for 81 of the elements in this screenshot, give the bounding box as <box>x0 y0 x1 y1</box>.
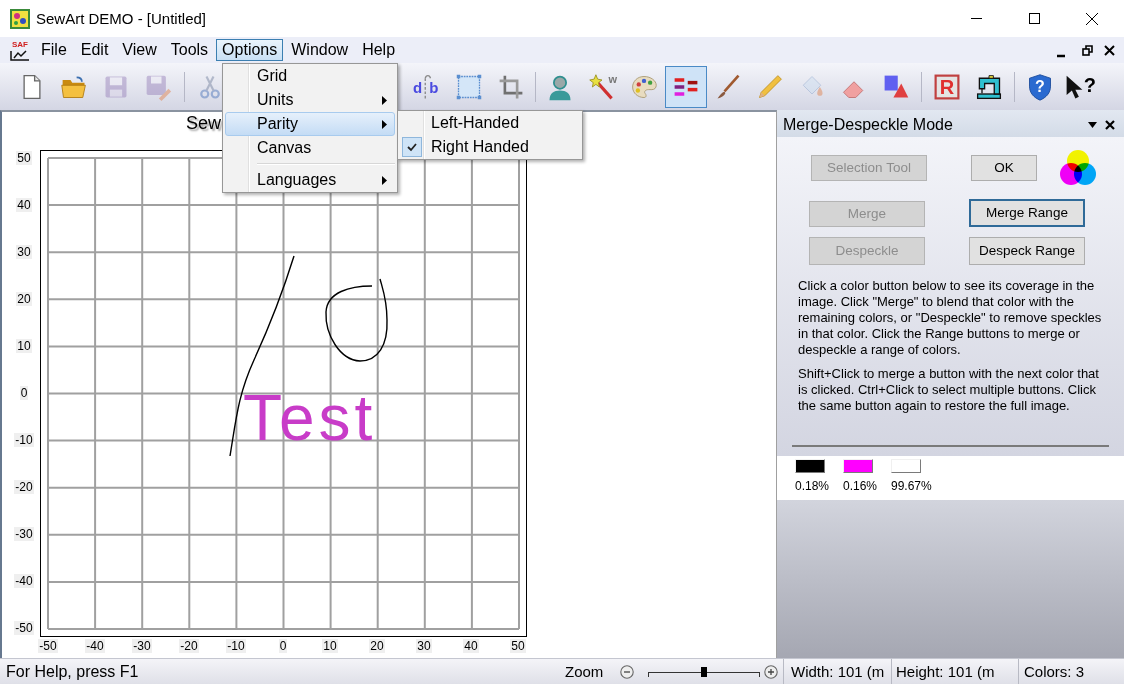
menu-option[interactable]: Canvas <box>225 136 395 160</box>
toolbar-button[interactable]: db <box>406 65 448 108</box>
axis-label: 40 <box>463 639 479 653</box>
logo-text: SAF <box>12 39 28 49</box>
slider-thumb[interactable] <box>701 666 707 677</box>
coverage-label: 0.18% <box>795 479 830 493</box>
axis-label: -30 <box>14 526 34 541</box>
axis-label: -30 <box>132 639 152 653</box>
app-icon <box>10 8 30 29</box>
axis-label: -10 <box>14 432 34 447</box>
submenu-option[interactable]: Right Handed <box>400 135 580 159</box>
maximize-icon[interactable] <box>1028 13 1040 24</box>
sewing-machine-icon <box>975 72 1003 101</box>
panel-button[interactable]: Merge Range <box>969 199 1085 227</box>
coverage-label: 0.16% <box>843 479 878 493</box>
restore-icon[interactable] <box>1082 44 1093 56</box>
coverage-label: 99.67% <box>891 479 932 493</box>
magic-wand-icon <box>588 72 616 101</box>
width-readout: Width: 101 (m <box>791 661 885 682</box>
panel-button[interactable]: OK <box>971 155 1037 181</box>
status-text: For Help, press F1 <box>6 662 139 680</box>
menu-item[interactable]: Edit <box>74 39 115 61</box>
close-icon[interactable] <box>1105 119 1115 130</box>
color-swatch[interactable] <box>891 459 921 473</box>
axis-label: 30 <box>16 244 32 259</box>
axis-label: 30 <box>416 639 432 653</box>
axis-label: -50 <box>14 620 34 635</box>
axis-label: 50 <box>510 639 526 653</box>
panel-title: Merge-Despeckle Mode <box>783 114 953 135</box>
handwritten-text: Test <box>243 382 377 454</box>
menu-item[interactable]: Options <box>216 39 284 61</box>
toolbar-button[interactable] <box>665 65 707 108</box>
menu-option[interactable]: Parity <box>225 112 395 136</box>
colors-readout: Colors: 3 <box>1024 661 1085 682</box>
zigzag-line-icon <box>10 48 30 61</box>
menu-option[interactable]: Grid <box>225 64 395 88</box>
menu-option[interactable]: Languages <box>225 168 395 192</box>
document-title: Sew <box>186 112 221 134</box>
axis-label: -40 <box>14 573 34 588</box>
zoom-out-icon[interactable] <box>620 664 634 679</box>
shield-icon <box>1026 72 1054 101</box>
axis-label: 10 <box>16 338 32 353</box>
help-paragraph: Click a color button below to see its coverage in the image. Click "Merge" to blend that color with the remaining colors, or "Despeckle" to remove speckles in that color. Click the Range buttons to merge or despeckle a range of colors. <box>798 278 1102 358</box>
axis-label: 20 <box>369 639 385 653</box>
toolbar-button[interactable]: ? <box>1061 65 1103 108</box>
axis-label: -20 <box>179 639 199 653</box>
menu-item[interactable]: View <box>116 39 163 61</box>
axis-label: 0 <box>278 639 288 653</box>
window-title: SewArt DEMO - [Untitled] <box>36 9 207 28</box>
close-icon[interactable] <box>1086 12 1098 25</box>
menu-item[interactable]: Window <box>285 39 355 61</box>
help-paragraph: Shift+Click to merge a button with the next color that is clicked. Ctrl+Click to select multiple buttons. Click the same button again to restore the full image. <box>798 366 1100 414</box>
zoom-in-icon[interactable] <box>764 664 778 679</box>
toolbar-button[interactable]: R <box>926 65 968 108</box>
panel-button[interactable]: Despeck Range <box>969 237 1085 265</box>
menu-item[interactable]: Tools <box>164 39 215 61</box>
axis-label: -50 <box>38 639 58 653</box>
axis-label: 20 <box>16 291 32 306</box>
color-swatch[interactable] <box>795 459 825 473</box>
menu-item[interactable]: File <box>35 39 73 61</box>
axis-label: 0 <box>19 385 29 400</box>
menu-option[interactable]: Units <box>225 88 395 112</box>
pencil-icon <box>756 72 784 101</box>
axis-label: 40 <box>16 197 32 212</box>
color-circles-icon <box>1058 148 1098 188</box>
submenu-option[interactable]: Left-Handed <box>400 111 580 135</box>
height-readout: Height: 101 (m <box>896 661 995 682</box>
zoom-label: Zoom <box>565 662 604 680</box>
toolbar-button[interactable]: ? <box>1019 65 1061 108</box>
axis-label: 10 <box>322 639 338 653</box>
menu-item[interactable]: Help <box>356 39 402 61</box>
axis-label: -20 <box>14 479 34 494</box>
axis-label: -40 <box>85 639 105 653</box>
close-icon[interactable] <box>1104 44 1115 56</box>
color-swatch[interactable] <box>843 459 873 473</box>
selection-frame-icon <box>455 72 483 101</box>
toolbar-button[interactable]: w <box>581 65 623 108</box>
axis-label: 50 <box>16 150 32 165</box>
dropdown-caret-icon[interactable] <box>1088 121 1097 128</box>
axis-label: -10 <box>226 639 246 653</box>
square-tile-icon <box>933 72 961 101</box>
